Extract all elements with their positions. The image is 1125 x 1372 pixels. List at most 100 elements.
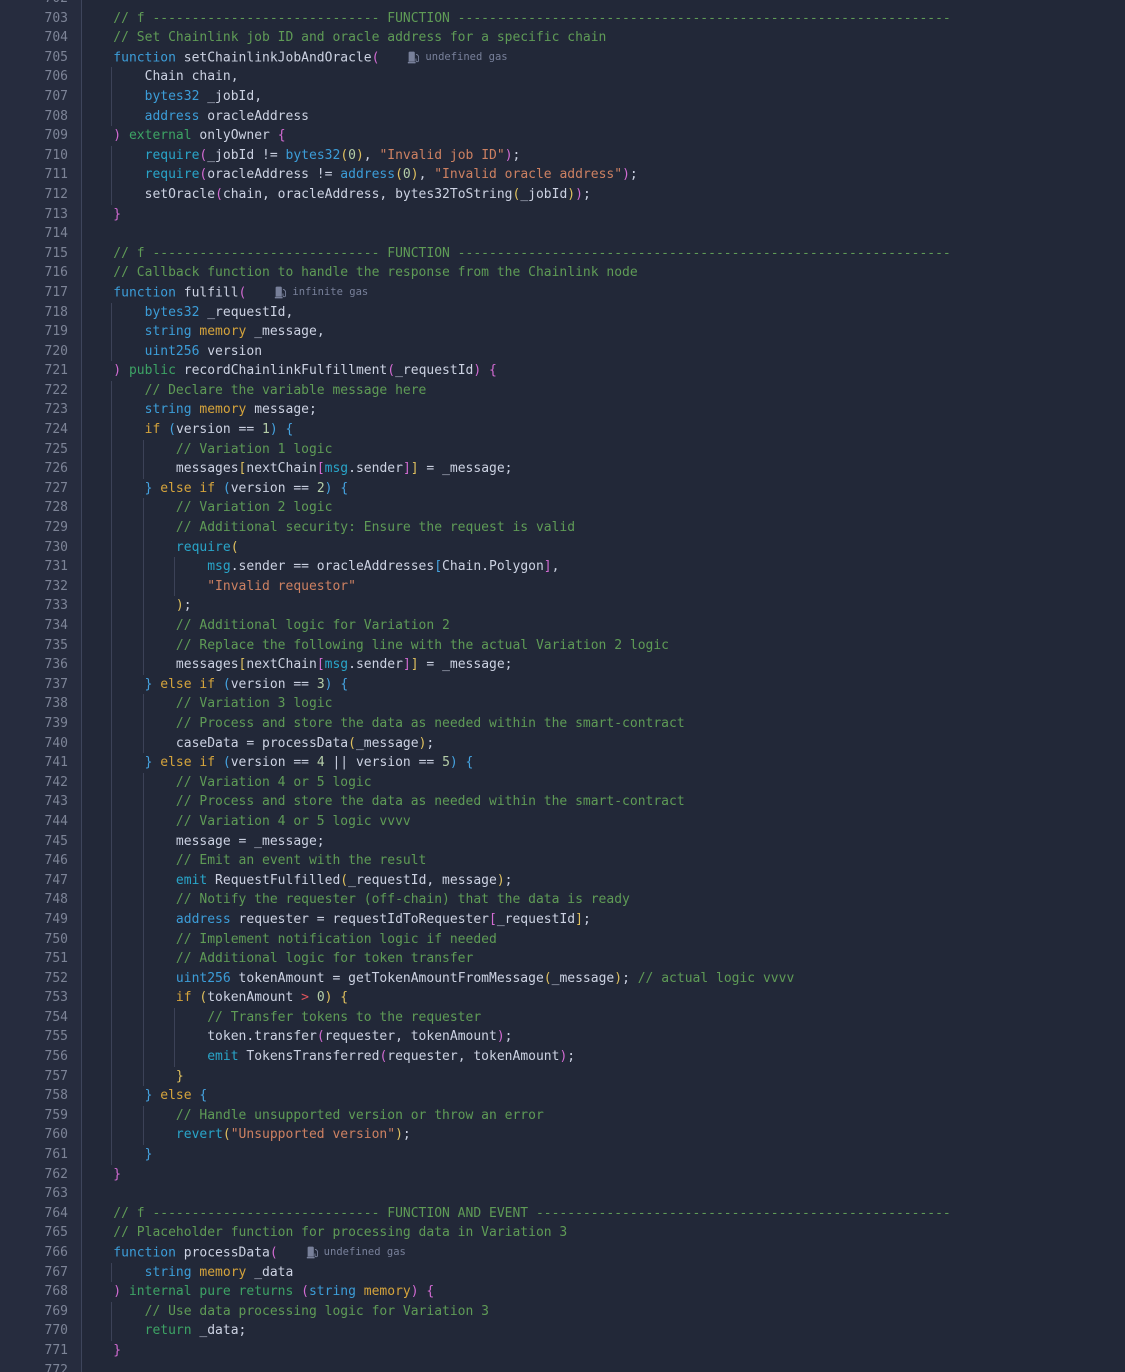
- line-number[interactable]: 724: [0, 420, 81, 440]
- line-number[interactable]: 731: [0, 557, 81, 577]
- line-number[interactable]: 747: [0, 870, 81, 891]
- code-line[interactable]: 712 setOracle(chain, oracleAddress, byte…: [0, 184, 1125, 205]
- code-line[interactable]: 705 function setChainlinkJobAndOracle(un…: [0, 47, 1125, 68]
- code-line[interactable]: 718 bytes32 _requestId,: [0, 302, 1125, 323]
- code-line[interactable]: 742 // Variation 4 or 5 logic: [0, 772, 1125, 793]
- code-line[interactable]: 706 Chain chain,: [0, 67, 1125, 87]
- code-line[interactable]: 743 // Process and store the data as nee…: [0, 792, 1125, 812]
- code-line[interactable]: 733 );: [0, 596, 1125, 616]
- code-line[interactable]: 751 // Additional logic for token transf…: [0, 949, 1125, 969]
- code-line[interactable]: 760 revert("Unsupported version");: [0, 1125, 1125, 1146]
- code-line[interactable]: 765 // Placeholder function for processi…: [0, 1223, 1125, 1243]
- line-number[interactable]: 703: [0, 8, 81, 29]
- line-number[interactable]: 757: [0, 1066, 81, 1087]
- line-number[interactable]: 725: [0, 439, 81, 460]
- line-number[interactable]: 717: [0, 282, 81, 303]
- line-number[interactable]: 720: [0, 341, 81, 362]
- line-number[interactable]: 719: [0, 322, 81, 342]
- code-line[interactable]: 771 }: [0, 1340, 1125, 1361]
- code-line[interactable]: 772: [0, 1360, 1125, 1372]
- line-number[interactable]: 713: [0, 204, 81, 225]
- code-line[interactable]: 724 if (version == 1) {: [0, 420, 1125, 440]
- code-line[interactable]: 762 }: [0, 1164, 1125, 1185]
- line-number[interactable]: 704: [0, 28, 81, 48]
- code-line[interactable]: 740 caseData = processData(_message);: [0, 733, 1125, 754]
- code-line[interactable]: 756 emit TokensTransferred(requester, to…: [0, 1047, 1125, 1067]
- code-line[interactable]: 719 string memory _message,: [0, 322, 1125, 342]
- code-line[interactable]: 704 // Set Chainlink job ID and oracle a…: [0, 28, 1125, 48]
- line-number[interactable]: 772: [0, 1360, 81, 1372]
- line-number[interactable]: 742: [0, 772, 81, 793]
- line-number[interactable]: 727: [0, 478, 81, 499]
- line-number[interactable]: 729: [0, 518, 81, 538]
- line-number[interactable]: 741: [0, 753, 81, 773]
- line-number[interactable]: 730: [0, 537, 81, 558]
- line-number[interactable]: 770: [0, 1321, 81, 1341]
- line-number[interactable]: 745: [0, 831, 81, 852]
- code-line[interactable]: 722 // Declare the variable message here: [0, 380, 1125, 401]
- line-number[interactable]: 710: [0, 145, 81, 166]
- line-number[interactable]: 761: [0, 1145, 81, 1165]
- code-line[interactable]: 730 require(: [0, 537, 1125, 558]
- code-line[interactable]: 753 if (tokenAmount > 0) {: [0, 988, 1125, 1008]
- code-line[interactable]: 731 msg.sender == oracleAddresses[Chain.…: [0, 557, 1125, 577]
- code-line[interactable]: 711 require(oracleAddress != address(0),…: [0, 165, 1125, 185]
- line-number[interactable]: 715: [0, 243, 81, 264]
- line-number[interactable]: 767: [0, 1262, 81, 1283]
- code-line[interactable]: 715 // f ----------------------------- F…: [0, 243, 1125, 264]
- code-line[interactable]: 759 // Handle unsupported version or thr…: [0, 1105, 1125, 1126]
- code-line[interactable]: 761 }: [0, 1145, 1125, 1165]
- code-line[interactable]: 714: [0, 224, 1125, 244]
- code-line[interactable]: 702: [0, 0, 1125, 9]
- line-number[interactable]: 751: [0, 949, 81, 969]
- line-number[interactable]: 718: [0, 302, 81, 323]
- line-number[interactable]: 768: [0, 1282, 81, 1302]
- code-line[interactable]: 758 } else {: [0, 1086, 1125, 1106]
- line-number[interactable]: 755: [0, 1027, 81, 1048]
- line-number[interactable]: 750: [0, 929, 81, 950]
- line-number[interactable]: 728: [0, 498, 81, 519]
- line-number[interactable]: 769: [0, 1301, 81, 1322]
- line-number[interactable]: 709: [0, 126, 81, 146]
- code-line[interactable]: 707 bytes32 _jobId,: [0, 86, 1125, 107]
- code-line[interactable]: 752 uint256 tokenAmount = getTokenAmount…: [0, 968, 1125, 989]
- code-line[interactable]: 736 messages[nextChain[msg.sender]] = _m…: [0, 655, 1125, 675]
- code-line[interactable]: 768 ) internal pure returns (string memo…: [0, 1282, 1125, 1302]
- code-line[interactable]: 710 require(_jobId != bytes32(0), "Inval…: [0, 145, 1125, 166]
- line-number[interactable]: 765: [0, 1223, 81, 1243]
- line-number[interactable]: 766: [0, 1243, 81, 1263]
- code-line[interactable]: 709 ) external onlyOwner {: [0, 126, 1125, 146]
- code-line[interactable]: 726 messages[nextChain[msg.sender]] = _m…: [0, 459, 1125, 479]
- code-line[interactable]: 767 string memory _data: [0, 1262, 1125, 1283]
- code-line[interactable]: 727 } else if (version == 2) {: [0, 478, 1125, 499]
- code-line[interactable]: 749 address requester = requestIdToReque…: [0, 909, 1125, 930]
- line-number[interactable]: 722: [0, 380, 81, 401]
- line-number[interactable]: 753: [0, 988, 81, 1008]
- line-number[interactable]: 752: [0, 968, 81, 989]
- line-number[interactable]: 721: [0, 361, 81, 381]
- line-number[interactable]: 762: [0, 1164, 81, 1185]
- code-line[interactable]: 745 message = _message;: [0, 831, 1125, 852]
- code-line[interactable]: 770 return _data;: [0, 1321, 1125, 1341]
- code-line[interactable]: 717 function fulfill(infinite gas: [0, 282, 1125, 303]
- line-number[interactable]: 733: [0, 596, 81, 616]
- line-number[interactable]: 735: [0, 635, 81, 656]
- line-number[interactable]: 707: [0, 86, 81, 107]
- line-number[interactable]: 744: [0, 811, 81, 832]
- code-line[interactable]: 763: [0, 1184, 1125, 1204]
- line-number[interactable]: 748: [0, 890, 81, 910]
- code-line[interactable]: 769 // Use data processing logic for Var…: [0, 1301, 1125, 1322]
- line-number[interactable]: 711: [0, 165, 81, 185]
- code-line[interactable]: 720 uint256 version: [0, 341, 1125, 362]
- line-number[interactable]: 723: [0, 400, 81, 421]
- code-line[interactable]: 738 // Variation 3 logic: [0, 694, 1125, 714]
- line-number[interactable]: 736: [0, 655, 81, 675]
- code-line[interactable]: 728 // Variation 2 logic: [0, 498, 1125, 519]
- code-line[interactable]: 764 // f ----------------------------- F…: [0, 1203, 1125, 1224]
- line-number[interactable]: 734: [0, 616, 81, 636]
- line-number[interactable]: 749: [0, 909, 81, 930]
- line-number[interactable]: 754: [0, 1007, 81, 1028]
- line-number[interactable]: 705: [0, 47, 81, 68]
- line-number[interactable]: 740: [0, 733, 81, 754]
- line-number[interactable]: 763: [0, 1184, 81, 1204]
